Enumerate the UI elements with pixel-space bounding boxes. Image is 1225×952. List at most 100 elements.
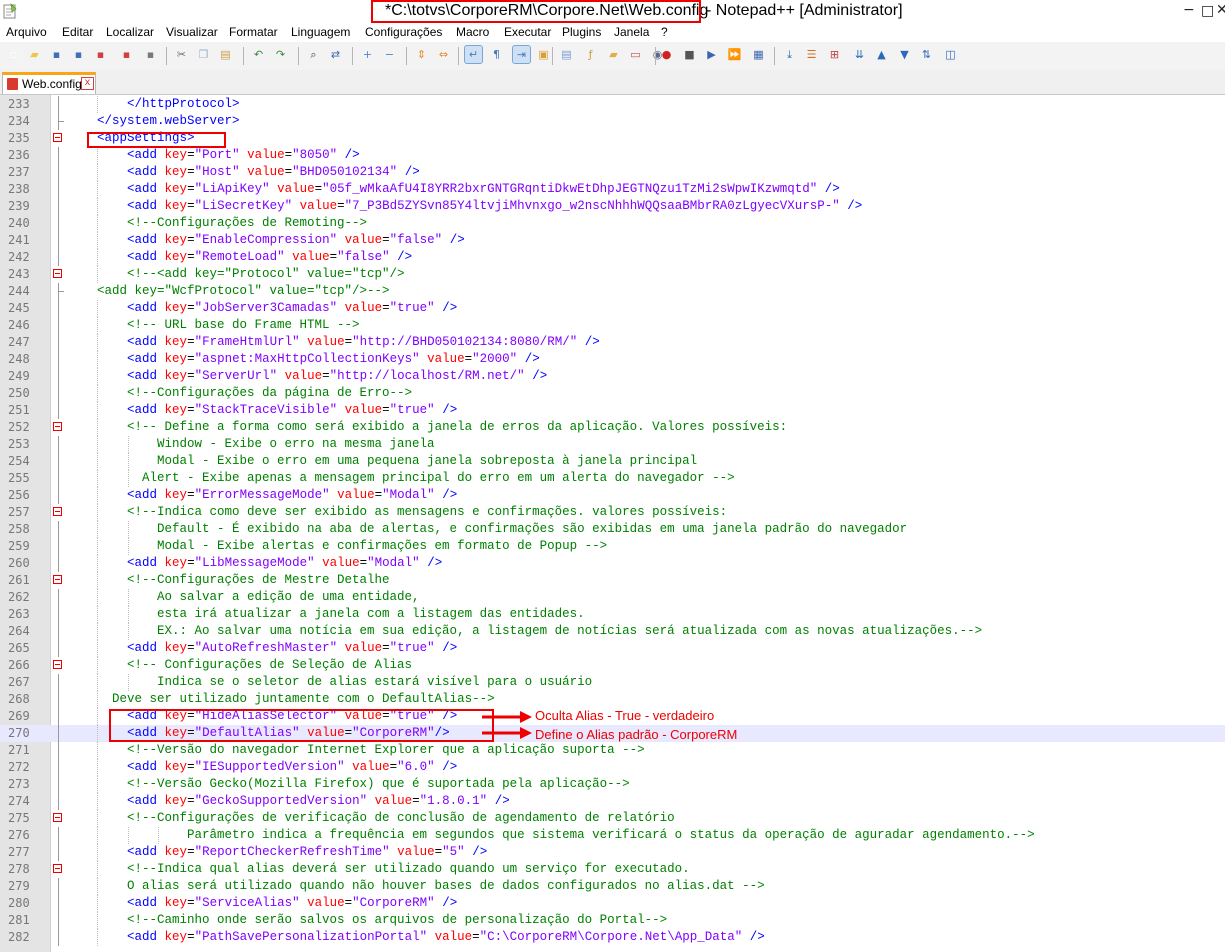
sync-vertical-icon[interactable]: ⇕ [413,46,430,63]
code-line[interactable]: 249 <add key="ServerUrl" value="http://l… [0,368,1225,385]
code-line[interactable]: 253 Window - Exibe o erro na mesma janel… [0,436,1225,453]
redo-icon[interactable]: ↷ [272,46,289,63]
code-line[interactable]: 275 <!--Configurações de verificação de … [0,810,1225,827]
code-line[interactable]: 264 EX.: Ao salvar uma notícia em sua ed… [0,623,1225,640]
code-line[interactable]: 260 <add key="LibMessageMode" value="Mod… [0,555,1225,572]
maximize-icon[interactable]: □ [1201,3,1214,19]
menu-visualizar[interactable]: Visualizar [166,25,218,39]
code-line[interactable]: 248 <add key="aspnet:MaxHttpCollectionKe… [0,351,1225,368]
plugin-compare-icon[interactable]: ⊞ [826,46,843,63]
plugin-down-icon[interactable]: ⤓ [781,46,798,63]
code-line[interactable]: 255 Alert - Exibe apenas a mensagem prin… [0,470,1225,487]
code-line[interactable]: 272 <add key="IESupportedVersion" value=… [0,759,1225,776]
cut-icon[interactable]: ✂ [173,46,190,63]
code-line[interactable]: 256 <add key="ErrorMessageMode" value="M… [0,487,1225,504]
play-macro-icon[interactable]: ▶ [703,46,720,63]
code-line[interactable]: 252 <!-- Define a forma como será exibid… [0,419,1225,436]
sort-icon[interactable]: ⇅ [918,46,935,63]
code-line[interactable]: 246 <!-- URL base do Frame HTML --> [0,317,1225,334]
arrow-up-icon[interactable]: ▲ [873,46,890,63]
plugin-list-icon[interactable]: ☰ [803,46,820,63]
code-line[interactable]: 267 Indica se o seletor de alias estará … [0,674,1225,691]
menu-macro[interactable]: Macro [456,25,489,39]
code-line[interactable]: 265 <add key="AutoRefreshMaster" value="… [0,640,1225,657]
doc-switcher-icon[interactable]: ▭ [627,46,644,63]
zoom-out-icon[interactable]: − [381,46,398,63]
play-multiple-icon[interactable]: ⏩ [726,46,743,63]
code-line[interactable]: 240 <!--Configurações de Remoting--> [0,215,1225,232]
code-line[interactable]: 268 Deve ser utilizado juntamente com o … [0,691,1225,708]
panel-icon[interactable]: ◫ [942,46,959,63]
code-line[interactable]: 262 Ao salvar a edição de uma entidade, [0,589,1225,606]
print-icon[interactable]: ▪ [142,46,159,63]
fold-toggle-icon[interactable] [53,660,62,669]
menu-formatar[interactable]: Formatar [229,25,278,39]
code-line[interactable]: 244 <add key="WcfProtocol" value="tcp"/>… [0,283,1225,300]
code-line[interactable]: 280 <add key="ServiceAlias" value="Corpo… [0,895,1225,912]
code-line[interactable]: 238 <add key="LiApiKey" value="05f_wMkaA… [0,181,1225,198]
replace-icon[interactable]: ⇄ [327,46,344,63]
code-line[interactable]: 250 <!--Configurações da página de Erro-… [0,385,1225,402]
code-line[interactable]: 281 <!--Caminho onde serão salvos os arq… [0,912,1225,929]
code-line[interactable]: 263 esta irá atualizar a janela com a li… [0,606,1225,623]
code-line[interactable]: 276 Parâmetro indica a frequência em seg… [0,827,1225,844]
code-line[interactable]: 241 <add key="EnableCompression" value="… [0,232,1225,249]
code-line[interactable]: 245 <add key="JobServer3Camadas" value="… [0,300,1225,317]
paste-icon[interactable]: ▤ [217,46,234,63]
arrow-down-icon[interactable]: ▼ [896,46,913,63]
stop-record-icon[interactable]: ■ [681,46,698,63]
menu-localizar[interactable]: Localizar [106,25,154,39]
copy-icon[interactable]: ❐ [195,46,212,63]
code-line[interactable]: 258 Default - É exibido na aba de alerta… [0,521,1225,538]
menu-help[interactable]: ? [661,25,668,39]
code-line[interactable]: 243 <!--<add key="Protocol" value="tcp"/… [0,266,1225,283]
close-window-icon[interactable]: ✕ [1216,2,1225,18]
menu-arquivo[interactable]: Arquivo [6,25,47,39]
menu-configuracoes[interactable]: Configurações [365,25,442,39]
folder-workspace-icon[interactable]: ▰ [605,46,622,63]
function-list-icon[interactable]: ƒ [582,46,599,63]
code-line[interactable]: 261 <!--Configurações de Mestre Detalhe [0,572,1225,589]
code-line[interactable]: 239 <add key="LiSecretKey" value="7_P3Bd… [0,198,1225,215]
fold-toggle-icon[interactable] [53,422,62,431]
close-icon[interactable]: ▪ [92,46,109,63]
doc-map-icon[interactable]: ▤ [558,46,575,63]
code-line[interactable]: 233 </httpProtocol> [0,96,1225,113]
code-line[interactable]: 234 </system.webServer> [0,113,1225,130]
code-line[interactable]: 279 O alias será utilizado quando não ho… [0,878,1225,895]
undo-icon[interactable]: ↶ [250,46,267,63]
new-file-icon[interactable]: ▫ [5,46,22,63]
open-file-icon[interactable]: ▰ [26,46,43,63]
code-line[interactable]: 242 <add key="RemoteLoad" value="false" … [0,249,1225,266]
fold-toggle-icon[interactable] [53,269,62,278]
fold-toggle-icon[interactable] [53,575,62,584]
code-line[interactable]: 282 <add key="PathSavePersonalizationPor… [0,929,1225,946]
menu-editar[interactable]: Editar [62,25,93,39]
code-line[interactable]: 273 <!--Versão Gecko(Mozilla Firefox) qu… [0,776,1225,793]
minimize-icon[interactable]: − [1183,2,1195,18]
find-icon[interactable]: ⌕ [305,46,322,63]
tab-close-icon[interactable]: x [81,77,94,90]
code-line[interactable]: 259 Modal - Exibe alertas e confirmações… [0,538,1225,555]
code-line[interactable]: 237 <add key="Host" value="BHD050102134"… [0,164,1225,181]
collapse-icon[interactable]: ⇊ [851,46,868,63]
indent-guide-icon[interactable]: ⇥ [512,45,531,64]
menu-linguagem[interactable]: Linguagem [291,25,350,39]
fold-toggle-icon[interactable] [53,864,62,873]
code-line[interactable]: 266 <!-- Configurações de Seleção de Ali… [0,657,1225,674]
code-line[interactable]: 257 <!--Indica como deve ser exibido as … [0,504,1225,521]
fold-toggle-icon[interactable] [53,507,62,516]
record-macro-icon[interactable]: ● [658,46,675,63]
word-wrap-icon[interactable]: ↵ [464,45,483,64]
close-all-icon[interactable]: ▪ [118,46,135,63]
fold-toggle-icon[interactable] [53,133,62,142]
user-language-icon[interactable]: ▣ [535,46,552,63]
save-icon[interactable]: ▪ [48,46,65,63]
code-line[interactable]: 254 Modal - Exibe o erro em uma pequena … [0,453,1225,470]
fold-toggle-icon[interactable] [53,813,62,822]
menu-executar[interactable]: Executar [504,25,551,39]
code-line[interactable]: 274 <add key="GeckoSupportedVersion" val… [0,793,1225,810]
menu-plugins[interactable]: Plugins [562,25,601,39]
editor[interactable]: 233 </httpProtocol> 234 </system.webServe… [0,95,1225,952]
code-line[interactable]: 236 <add key="Port" value="8050" /> [0,147,1225,164]
